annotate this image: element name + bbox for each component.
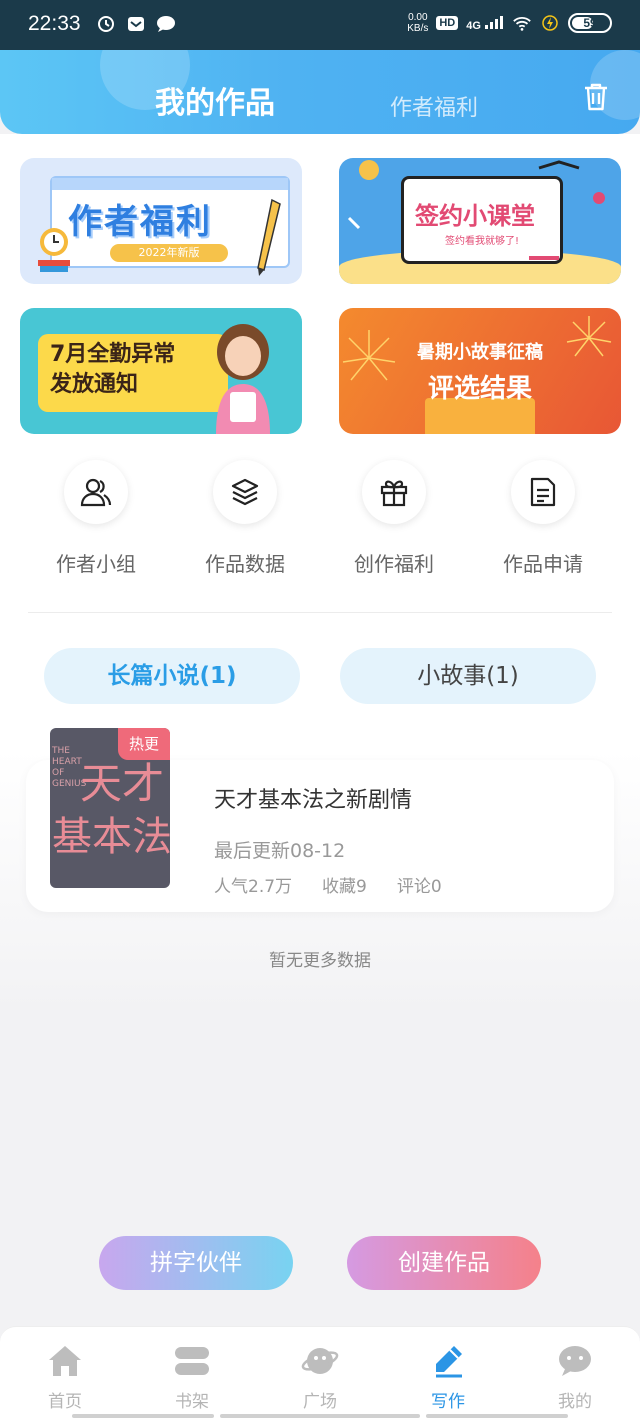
mail-icon	[126, 14, 146, 34]
banner-title-line2: 发放通知	[50, 372, 139, 397]
banner-title: 作者福利	[68, 202, 212, 242]
gesture-bar	[220, 1414, 420, 1418]
layers-icon	[213, 460, 277, 524]
banner-title: 暑期小故事征稿 评选结果	[339, 338, 621, 405]
tab-author-benefits[interactable]: 作者福利	[390, 90, 478, 122]
quick-nav: 作者小组 作品数据 创作福利 作品申请	[0, 460, 640, 580]
banner-decor	[347, 160, 605, 260]
main-content: 作者福利 2022年新版 签约小课堂 签约看我就够了! 7月全勤异常 发放通知 …	[0, 134, 640, 1014]
banner-story-results[interactable]: 暑期小故事征稿 评选结果	[339, 308, 621, 434]
nav-square[interactable]: 广场	[280, 1341, 360, 1412]
pencil-icon	[257, 198, 281, 276]
quick-nav-creation-benefits[interactable]: 创作福利	[324, 460, 464, 577]
quick-nav-work-application[interactable]: 作品申请	[473, 460, 613, 577]
status-time: 22:33	[28, 12, 81, 35]
quick-nav-author-group[interactable]: 作者小组	[26, 460, 166, 577]
planet-icon	[280, 1341, 360, 1381]
users-icon	[64, 460, 128, 524]
work-title[interactable]: 天才基本法之新剧情	[214, 782, 412, 814]
quick-nav-label: 作品申请	[503, 552, 583, 576]
wifi-icon	[512, 13, 532, 33]
nav-home[interactable]: 首页	[25, 1341, 105, 1412]
work-favorites: 收藏9	[322, 877, 367, 897]
chat-face-icon	[535, 1341, 615, 1381]
banner-signing-class[interactable]: 签约小课堂 签约看我就够了!	[339, 158, 621, 284]
alarm-clock-icon	[38, 228, 70, 272]
nav-label: 书架	[175, 1392, 209, 1412]
status-right: 0.00 KB/s HD 4G 59	[407, 12, 612, 34]
banner-title-line2: 评选结果	[427, 374, 532, 404]
nav-bookshelf[interactable]: 书架	[152, 1341, 232, 1412]
banner-subtitle: 2022年新版	[110, 244, 228, 262]
pen-icon	[408, 1341, 488, 1381]
home-icon	[25, 1341, 105, 1381]
nav-label: 我的	[558, 1392, 592, 1412]
top-header: 我的作品 作者福利	[0, 50, 640, 134]
banner-title: 7月全勤异常 发放通知	[50, 340, 175, 400]
work-stats: 人气2.7万 收藏9 评论0	[214, 872, 442, 897]
hd-badge: HD	[436, 16, 459, 30]
quick-nav-label: 创作福利	[354, 552, 434, 576]
net-speed-value: 0.00	[408, 12, 428, 23]
quick-nav-label: 作者小组	[56, 552, 136, 576]
hot-badge: 热更	[118, 728, 170, 760]
tab-my-works[interactable]: 我的作品	[155, 78, 275, 122]
gesture-bar	[72, 1414, 214, 1418]
signal-icon: 4G	[466, 15, 504, 32]
nav-label: 广场	[303, 1392, 337, 1412]
no-more-data: 暂无更多数据	[269, 951, 371, 971]
work-comments: 评论0	[396, 877, 442, 897]
gift-icon	[362, 460, 426, 524]
quick-nav-label: 作品数据	[205, 552, 285, 576]
timer-icon	[96, 14, 116, 34]
charging-icon	[540, 13, 560, 33]
nav-writing[interactable]: 写作	[408, 1341, 488, 1412]
quick-nav-work-data[interactable]: 作品数据	[175, 460, 315, 577]
work-popularity: 人气2.7万	[214, 877, 293, 897]
bookshelf-icon	[152, 1341, 232, 1381]
status-bar: 22:33 0.00 KB/s HD 4G 59	[0, 0, 640, 50]
tab-long-novel[interactable]: 长篇小说(1)	[44, 648, 300, 704]
partner-button[interactable]: 拼字伙伴	[99, 1236, 293, 1290]
banner-title-line1: 暑期小故事征稿	[417, 342, 543, 363]
notification-icons	[96, 14, 176, 34]
banner-attendance-notice[interactable]: 7月全勤异常 发放通知	[20, 308, 302, 434]
gesture-bar	[426, 1414, 568, 1418]
network-speed: 0.00 KB/s	[407, 12, 428, 34]
net-speed-unit: KB/s	[407, 23, 429, 34]
work-updated: 最后更新08-12	[214, 840, 346, 862]
battery-icon: 59	[568, 13, 612, 33]
banner-author-benefits[interactable]: 作者福利 2022年新版	[20, 158, 302, 284]
battery-level: 59	[583, 16, 597, 30]
trash-icon[interactable]	[582, 82, 610, 116]
network-type: 4G	[466, 19, 481, 32]
create-work-button[interactable]: 创建作品	[347, 1236, 541, 1290]
nav-mine[interactable]: 我的	[535, 1341, 615, 1412]
banner-title-line1: 7月全勤异常	[50, 342, 176, 367]
nav-label: 写作	[431, 1392, 465, 1412]
document-icon	[511, 460, 575, 524]
message-icon	[156, 14, 176, 34]
nav-label: 首页	[48, 1392, 82, 1412]
girl-illustration	[216, 324, 270, 434]
bottom-nav: 首页 书架 广场 写作 我的	[0, 1326, 640, 1422]
tab-short-story[interactable]: 小故事(1)	[340, 648, 596, 704]
cover-chinese-title-bottom: 基本法	[52, 814, 170, 860]
divider	[28, 612, 612, 613]
